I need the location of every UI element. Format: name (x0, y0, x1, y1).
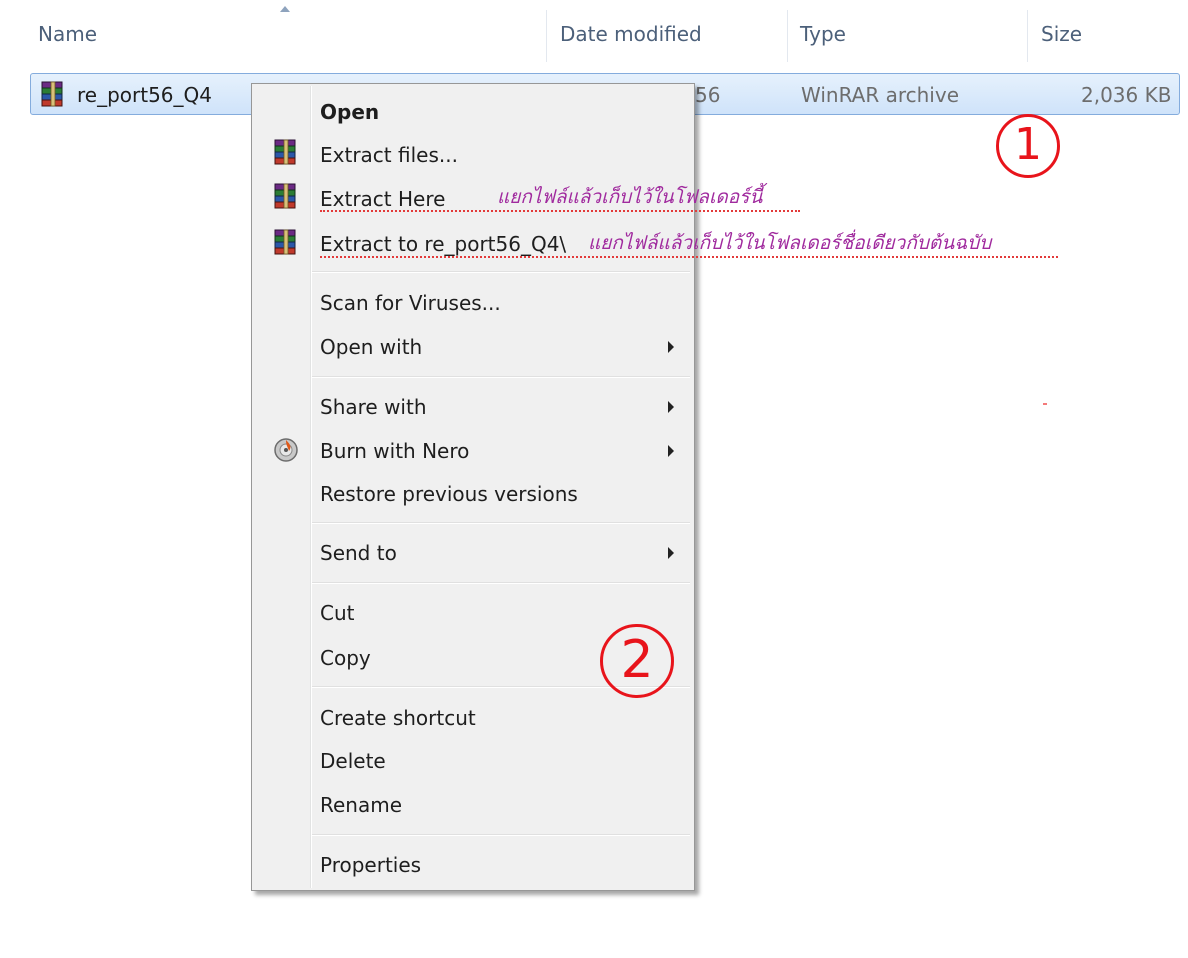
column-divider[interactable] (787, 10, 788, 62)
winrar-extract-icon (274, 139, 296, 165)
nero-burn-icon (274, 438, 298, 462)
menu-item-open[interactable]: Open (320, 100, 379, 124)
file-name[interactable]: re_port56_Q4 (77, 83, 212, 107)
annotation-circle-2: 2 (600, 624, 674, 698)
menu-gutter-highlight (311, 86, 312, 888)
menu-item-share-with[interactable]: Share with (320, 395, 427, 419)
menu-item-extract-files[interactable]: Extract files... (320, 143, 458, 167)
file-size: 2,036 KB (1081, 83, 1172, 107)
menu-item-open-with[interactable]: Open with (320, 335, 422, 359)
column-divider[interactable] (1027, 10, 1028, 62)
menu-item-cut[interactable]: Cut (320, 601, 354, 625)
menu-item-restore-previous[interactable]: Restore previous versions (320, 482, 578, 506)
annotation-stray-mark (1043, 403, 1047, 405)
column-size[interactable]: Size (1041, 22, 1082, 46)
menu-separator (312, 376, 690, 378)
menu-item-burn-with-nero[interactable]: Burn with Nero (320, 439, 469, 463)
column-divider[interactable] (546, 10, 547, 62)
annotation-circle-1: ①1 (996, 114, 1060, 178)
winrar-archive-icon (41, 81, 63, 107)
menu-item-copy[interactable]: Copy (320, 646, 371, 670)
menu-item-create-shortcut[interactable]: Create shortcut (320, 706, 476, 730)
submenu-arrow-icon (668, 445, 674, 457)
menu-item-delete[interactable]: Delete (320, 749, 386, 773)
column-date-modified[interactable]: Date modified (560, 22, 702, 46)
sort-ascending-icon (280, 6, 290, 12)
menu-item-send-to[interactable]: Send to (320, 541, 397, 565)
column-name[interactable]: Name (38, 22, 97, 46)
menu-item-scan-viruses[interactable]: Scan for Viruses... (320, 291, 501, 315)
submenu-arrow-icon (668, 341, 674, 353)
annotation-underline (320, 256, 1058, 258)
menu-item-extract-here[interactable]: Extract Here (320, 187, 445, 211)
file-type: WinRAR archive (801, 83, 959, 107)
menu-item-rename[interactable]: Rename (320, 793, 402, 817)
menu-item-properties[interactable]: Properties (320, 853, 421, 877)
menu-separator (312, 522, 690, 524)
menu-item-extract-to[interactable]: Extract to re_port56_Q4\ (320, 232, 566, 256)
submenu-arrow-icon (668, 547, 674, 559)
menu-separator (312, 582, 690, 584)
column-header: Name Date modified Type Size (0, 0, 1188, 70)
annotation-note-extract-here: แยกไฟล์แล้วเก็บไว้ในโฟลเดอร์นี้ (497, 186, 763, 208)
menu-separator (312, 834, 690, 836)
annotation-note-extract-to: แยกไฟล์แล้วเก็บไว้ในโฟลเดอร์ชื่อเดียวกับ… (588, 232, 992, 254)
menu-separator (312, 271, 690, 273)
column-type[interactable]: Type (800, 22, 846, 46)
submenu-arrow-icon (668, 401, 674, 413)
file-date-modified: 56 (695, 83, 721, 107)
annotation-underline (320, 210, 800, 212)
winrar-extract-to-icon (274, 229, 296, 255)
winrar-extract-here-icon (274, 183, 296, 209)
